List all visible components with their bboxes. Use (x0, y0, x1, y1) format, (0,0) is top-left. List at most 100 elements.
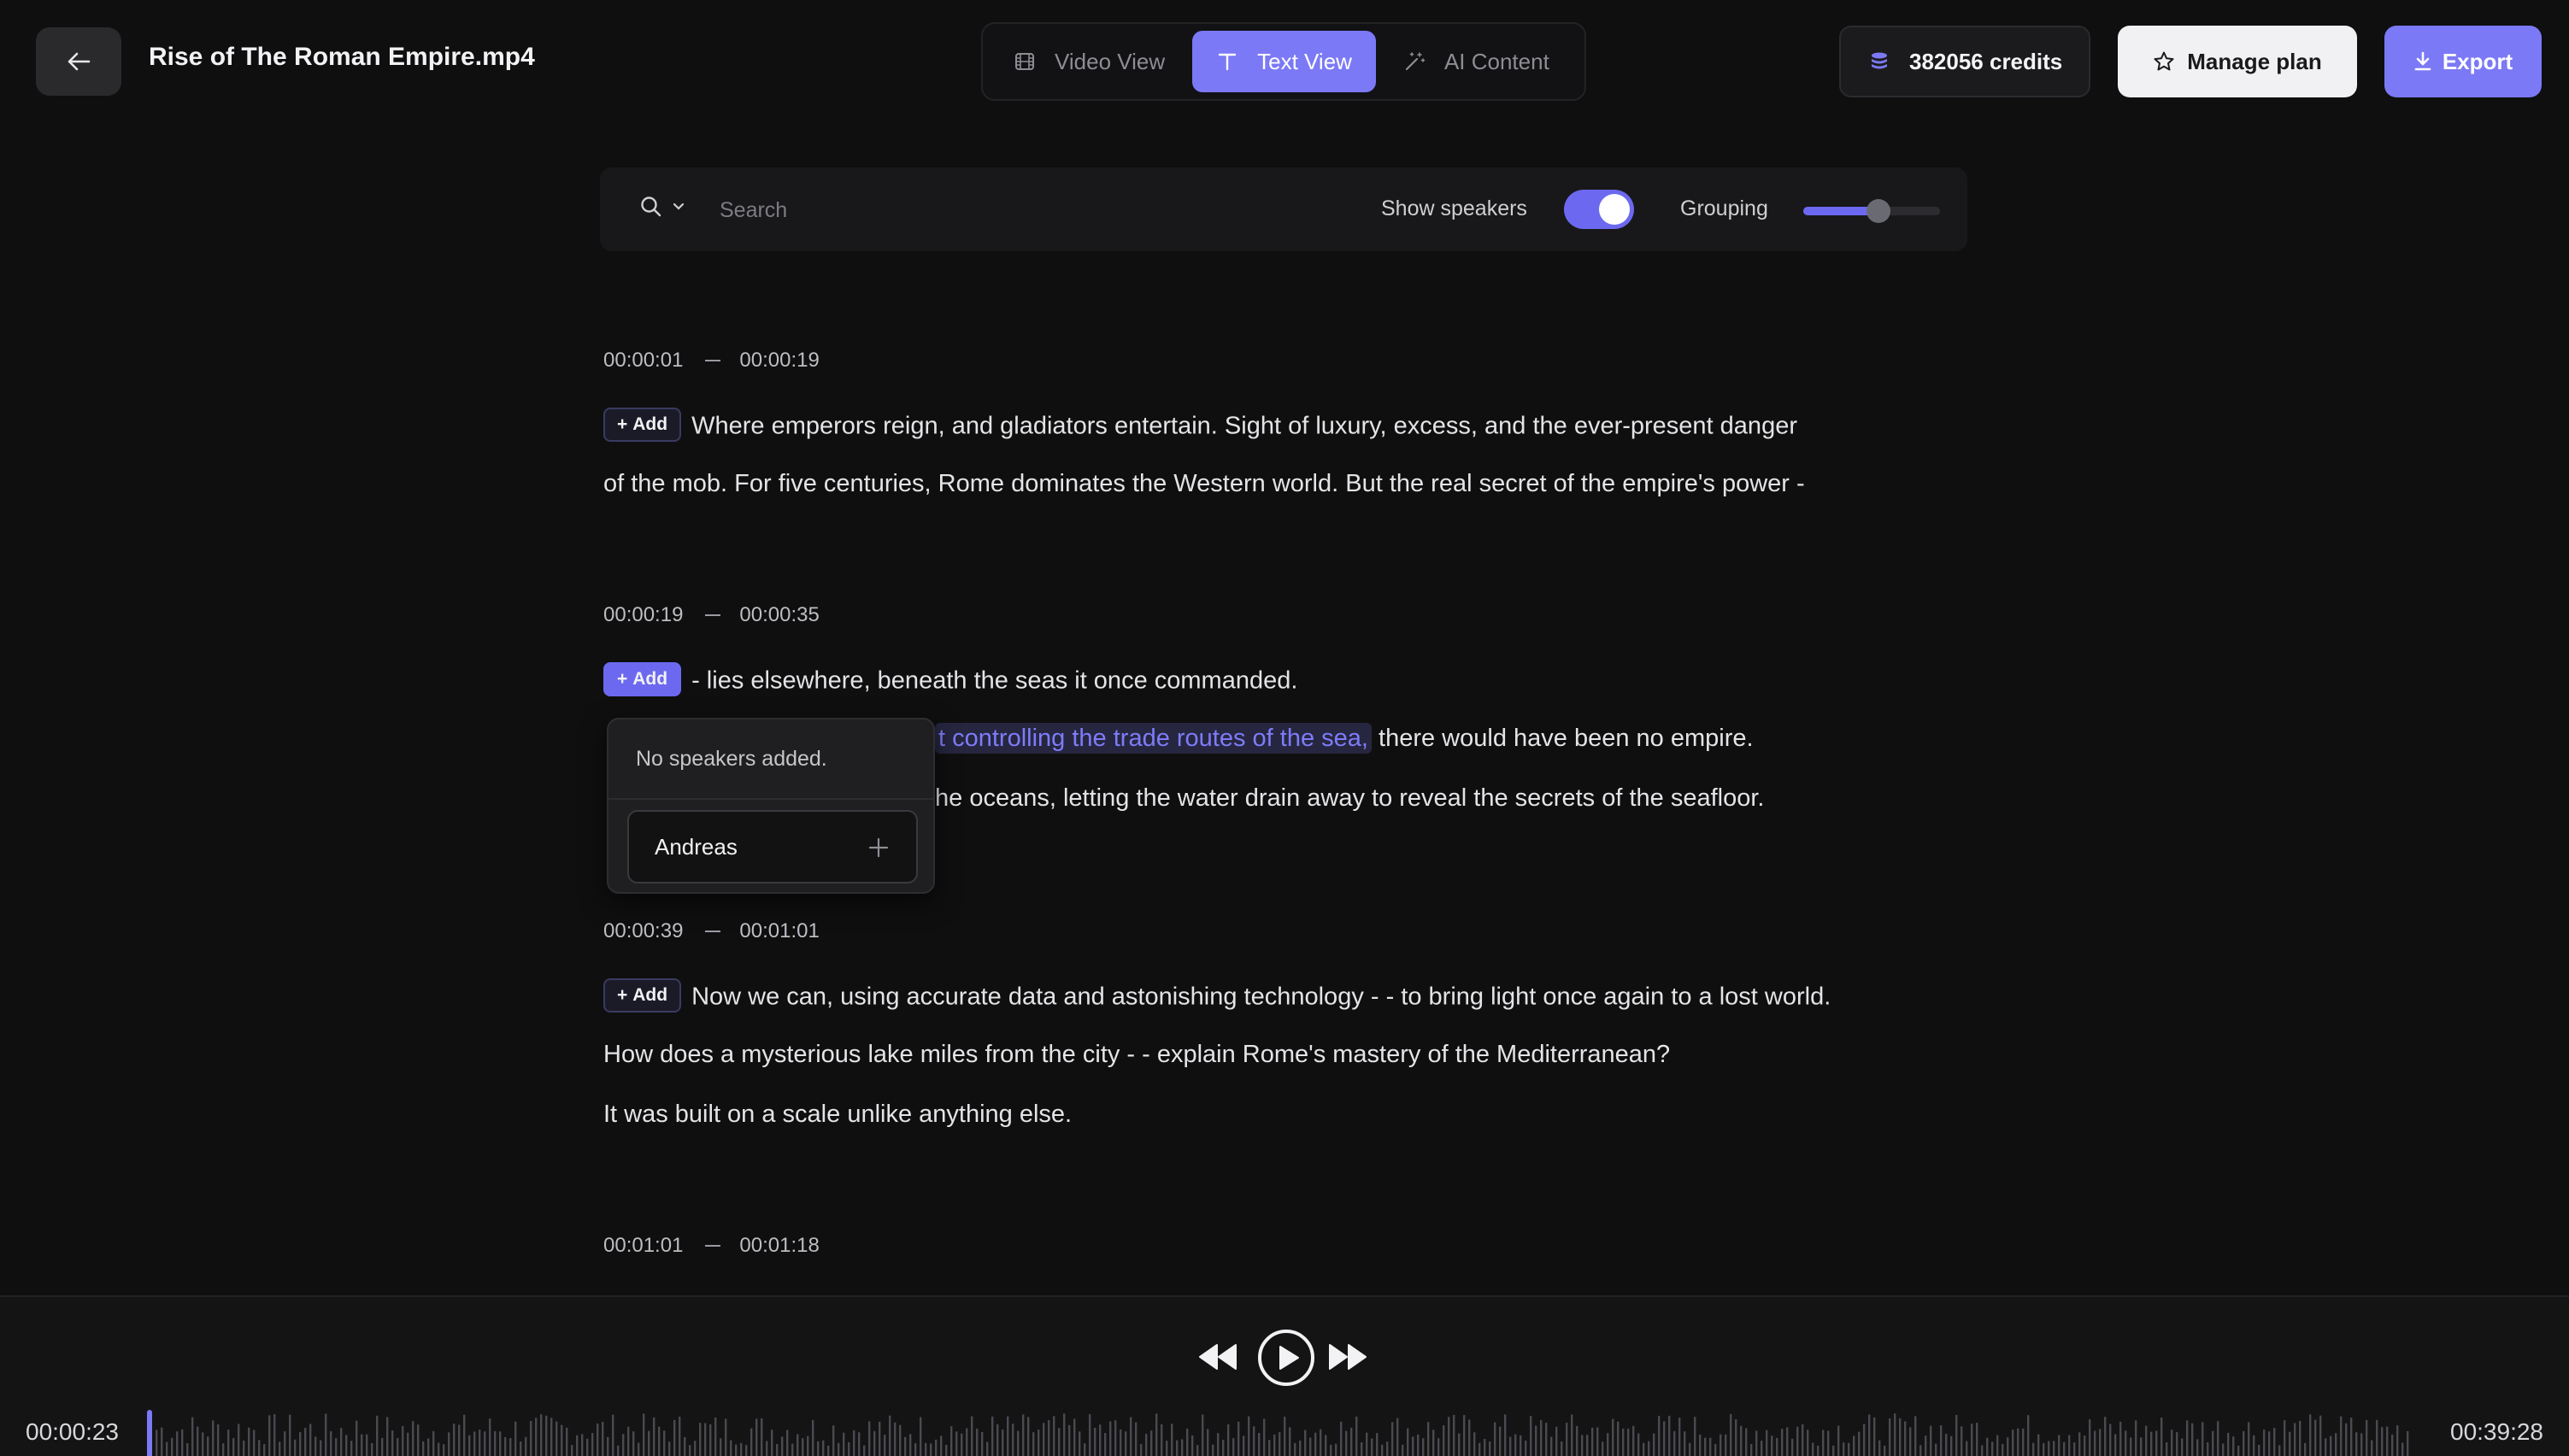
waveform-bar (2181, 1438, 2184, 1456)
waveform-bar (561, 1424, 563, 1456)
segment-start-time[interactable]: 00:01:01 (603, 1234, 683, 1258)
waveform-bar (1550, 1436, 1553, 1456)
file-title: Rise of The Roman Empire.mp4 (149, 43, 535, 71)
waveform-bar (2032, 1442, 2035, 1456)
waveform-bar (2027, 1415, 2030, 1456)
add-speaker-button[interactable]: + Add (603, 662, 682, 696)
waveform-bar (540, 1414, 543, 1456)
waveform-bar (1094, 1427, 1096, 1456)
waveform-bar (1350, 1427, 1353, 1456)
waveform-bar (1996, 1435, 1999, 1456)
segment-end-time[interactable]: 00:01:01 (739, 919, 819, 943)
show-speakers-toggle[interactable] (1564, 190, 1634, 229)
waveform-bar (1202, 1414, 1204, 1456)
export-button[interactable]: Export (2384, 26, 2542, 97)
transcript-line[interactable]: of the mob. For five centuries, Rome dom… (603, 470, 1805, 498)
waveform-bar (1843, 1442, 1845, 1456)
waveform-bar (443, 1444, 445, 1456)
waveform-bar (2243, 1430, 2245, 1456)
tab-label: Video View (1055, 48, 1166, 74)
waveform-bar (273, 1414, 276, 1456)
waveform-bar (955, 1431, 958, 1456)
time-separator (705, 931, 721, 932)
waveform-bar (1709, 1437, 1712, 1456)
waveform-bar (427, 1438, 430, 1456)
fast-forward-icon[interactable] (1328, 1342, 1367, 1372)
segment-end-time[interactable]: 00:00:35 (739, 603, 819, 627)
add-speaker-label: Add (632, 985, 668, 1005)
speaker-name-field[interactable] (627, 810, 918, 884)
waveform-bar (986, 1441, 989, 1456)
credits-balance[interactable]: 382056 credits (1839, 26, 2090, 97)
waveform-bar (2366, 1419, 2368, 1456)
waveform-bar (1473, 1432, 1476, 1456)
waveform-bar (504, 1436, 507, 1456)
back-button[interactable] (36, 27, 121, 96)
audio-waveform[interactable] (147, 1410, 2412, 1456)
transcript-line[interactable]: It was built on a scale unlike anything … (603, 1101, 1072, 1129)
waveform-bar (730, 1440, 732, 1456)
waveform-bar (1345, 1430, 1348, 1456)
tab-ai-content[interactable]: AI Content (1379, 31, 1573, 92)
transcript-line[interactable]: + Add - lies elsewhere, beneath the seas i… (603, 662, 1297, 699)
plus-icon[interactable] (867, 836, 891, 860)
manage-plan-button[interactable]: Manage plan (2118, 26, 2357, 97)
star-icon (2154, 51, 2174, 71)
playhead[interactable] (147, 1410, 152, 1456)
waveform-bar (648, 1430, 650, 1456)
selected-text[interactable]: t controlling the trade routes of the se… (935, 723, 1372, 754)
waveform-bar (822, 1440, 825, 1456)
waveform-bar (2119, 1421, 2122, 1456)
waveform-bar (1320, 1429, 1322, 1456)
transcript-line[interactable]: t controlling the trade routes of the se… (935, 723, 1754, 754)
waveform-bar (335, 1438, 338, 1456)
segment-end-time[interactable]: 00:01:18 (739, 1234, 819, 1258)
rewind-icon[interactable] (1198, 1342, 1237, 1372)
segment-end-time[interactable]: 00:00:19 (739, 349, 819, 373)
waveform-bar (545, 1415, 548, 1456)
grouping-slider-thumb[interactable] (1866, 199, 1890, 223)
waveform-bar (238, 1424, 240, 1456)
coins-icon (1872, 52, 1887, 69)
waveform-bar (1750, 1444, 1753, 1456)
segment-start-time[interactable]: 00:00:01 (603, 349, 683, 373)
waveform-bar (2325, 1438, 2327, 1456)
tab-text-view[interactable]: Text View (1192, 31, 1376, 92)
search-mode-dropdown[interactable] (639, 195, 685, 219)
line-text: Now we can, using accurate data and asto… (691, 983, 1831, 1011)
waveform-bar (2058, 1435, 2060, 1456)
waveform-bar (1017, 1430, 1020, 1456)
segment-start-time[interactable]: 00:00:39 (603, 919, 683, 943)
search-input[interactable] (720, 193, 1198, 227)
waveform-bar (889, 1415, 891, 1456)
waveform-bar (581, 1434, 584, 1456)
waveform-bar (766, 1441, 768, 1456)
transcript-line[interactable]: + Add Now we can, using accurate data and … (603, 978, 1831, 1015)
waveform-bar (1771, 1435, 1773, 1456)
transcript-line[interactable]: How does a mysterious lake miles from th… (603, 1041, 1670, 1069)
waveform-bar (832, 1425, 835, 1456)
waveform-bar (432, 1430, 435, 1456)
grouping-slider[interactable] (1803, 199, 1940, 223)
play-icon[interactable] (1256, 1328, 1316, 1388)
add-speaker-button[interactable]: + Add (603, 408, 682, 442)
waveform-bar (1858, 1431, 1861, 1456)
tab-video-view[interactable]: Video View (990, 31, 1189, 92)
waveform-bar (838, 1442, 840, 1456)
transcript-line[interactable]: he oceans, letting the water drain away … (935, 784, 1764, 813)
segment-start-time[interactable]: 00:00:19 (603, 603, 683, 627)
transcript-line[interactable]: + Add Where emperors reign, and gladiators… (603, 408, 1797, 444)
waveform-bar (371, 1442, 373, 1456)
waveform-bar (1314, 1432, 1317, 1456)
waveform-bar (1289, 1427, 1291, 1456)
waveform-bar (1196, 1445, 1199, 1456)
waveform-bar (1043, 1423, 1045, 1456)
waveform-bar (412, 1421, 414, 1456)
waveform-bar (2376, 1419, 2378, 1456)
waveform-bar (2002, 1443, 2004, 1456)
speaker-name-input[interactable] (655, 831, 843, 863)
add-speaker-button[interactable]: + Add (603, 978, 682, 1013)
waveform-bar (843, 1432, 845, 1456)
transcript-toolbar: Show speakers Grouping (600, 167, 1967, 251)
waveform-bar (2263, 1430, 2266, 1456)
